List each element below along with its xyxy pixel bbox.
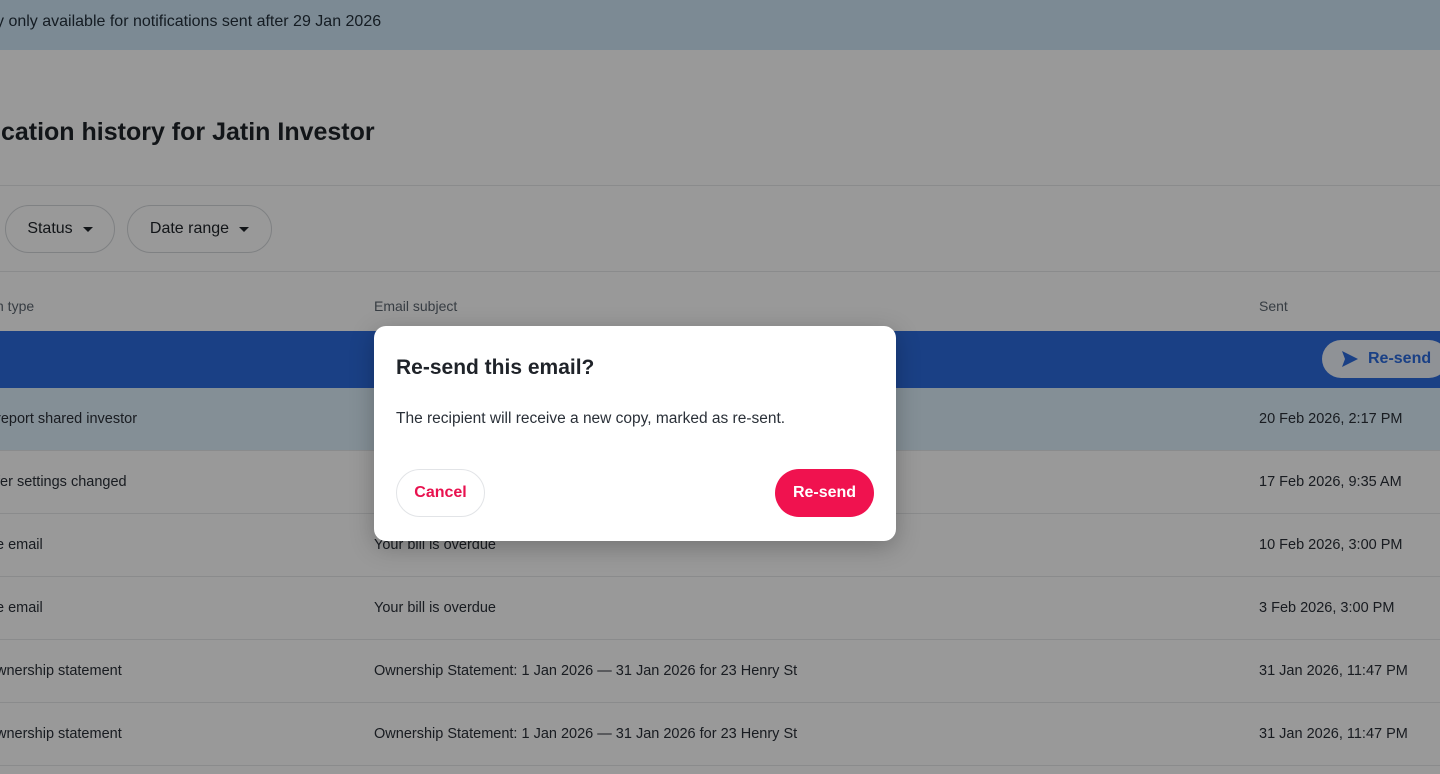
dialog-message: The recipient will receive a new copy, m… [396,410,786,427]
notification-history-page: y only available for notifications sent … [0,0,1440,774]
dialog-title: Re-send this email? [396,356,595,379]
confirm-resend-button[interactable]: Re-send [775,469,874,517]
cancel-button[interactable]: Cancel [396,469,485,517]
resend-confirm-dialog: Re-send this email? The recipient will r… [374,326,896,541]
